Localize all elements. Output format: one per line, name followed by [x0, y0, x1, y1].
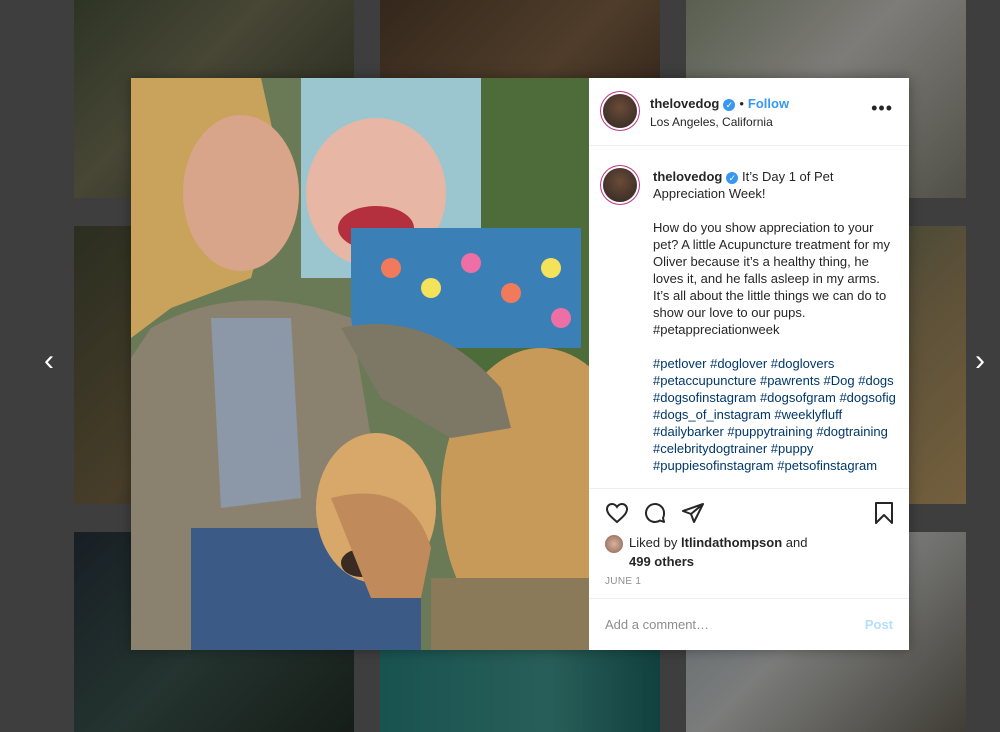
post-details-panel: thelovedog ✓ • Follow Los Angeles, Californ… [589, 78, 909, 650]
prev-post-arrow-icon[interactable]: ‹ [44, 346, 54, 376]
heart-icon[interactable] [605, 501, 629, 525]
verified-badge-icon: ✓ [726, 171, 739, 184]
post-date[interactable]: JUNE 1 [605, 576, 641, 587]
more-options-icon[interactable]: ••• [871, 98, 893, 119]
caption-username-link[interactable]: thelovedog [653, 169, 722, 184]
post-header: thelovedog ✓ • Follow Los Angeles, Californ… [589, 78, 909, 146]
likes-summary: Liked by ltlindathompson and 499 others [605, 534, 807, 570]
others-likes-link[interactable]: 499 others [629, 554, 694, 569]
comment-input[interactable]: Add a comment… [605, 617, 709, 632]
post-modal: thelovedog ✓ • Follow Los Angeles, Californ… [131, 78, 909, 650]
action-bar [589, 488, 909, 533]
liked-by-text: Liked by [629, 535, 678, 550]
caption-body: How do you show appreciation to your pet… [653, 220, 891, 337]
share-icon[interactable] [681, 501, 705, 525]
liker-avatar[interactable] [605, 534, 623, 553]
and-text: and [785, 535, 808, 550]
avatar[interactable] [603, 168, 637, 202]
comment-icon[interactable] [643, 501, 667, 525]
bookmark-icon[interactable] [873, 501, 895, 525]
photo-illustration [131, 78, 589, 650]
avatar[interactable] [603, 94, 637, 128]
header-username-row: thelovedog ✓ • Follow [650, 96, 789, 111]
caption-area: thelovedog ✓ It’s Day 1 of Pet Appreciati… [589, 146, 909, 486]
next-post-arrow-icon[interactable]: › [975, 346, 985, 376]
liker-username-link[interactable]: ltlindathompson [681, 535, 782, 550]
post-photo[interactable] [131, 78, 589, 650]
caption-hashtags[interactable]: #petlover #doglover #doglovers #petaccup… [653, 355, 899, 474]
location-link[interactable]: Los Angeles, California [650, 115, 773, 129]
username-link[interactable]: thelovedog [650, 96, 719, 111]
follow-button[interactable]: Follow [748, 96, 789, 111]
caption-text: thelovedog ✓ It’s Day 1 of Pet Appreciati… [653, 168, 899, 486]
separator-dot: • [739, 96, 744, 111]
verified-badge-icon: ✓ [723, 98, 736, 111]
post-comment-button[interactable]: Post [865, 617, 893, 632]
comment-bar: Add a comment… Post [589, 598, 909, 651]
